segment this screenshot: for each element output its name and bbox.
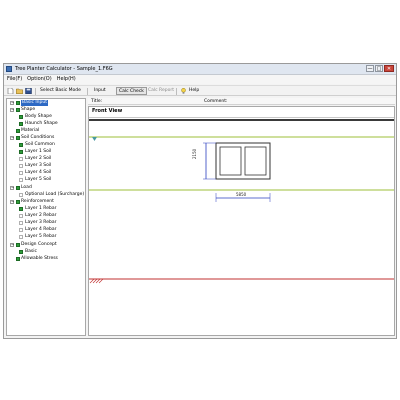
tree-node-label: Basic Input <box>21 100 48 106</box>
tree-node-label: Reinforcement <box>21 199 54 204</box>
tree-node-label: Layer 3 Rebar <box>25 220 57 225</box>
tree-node-label: Body Shape <box>25 114 52 119</box>
tree-node-label: Layer 3 Soil <box>25 163 52 168</box>
collapse-icon[interactable]: − <box>10 101 14 105</box>
tree-node-label: Shape <box>21 107 36 112</box>
menu-bar: File(F) Option(O) Help(H) <box>4 75 396 84</box>
tree-node-label: Load <box>21 185 32 190</box>
collapse-icon[interactable]: − <box>10 200 14 204</box>
app-icon <box>6 66 12 72</box>
collapse-icon[interactable]: − <box>10 243 14 247</box>
check-icon <box>16 200 20 204</box>
toolbar-separator <box>35 88 36 95</box>
tree-node-label: Basic <box>25 249 37 254</box>
culvert-box <box>215 142 271 180</box>
check-icon <box>19 250 23 254</box>
menu-option[interactable]: Option(O) <box>27 75 52 84</box>
help-button[interactable]: Help <box>187 87 201 95</box>
calc-check-button[interactable]: Calc Check <box>116 87 147 95</box>
tree-node-label: Allowable Stress <box>21 256 58 261</box>
toolbar-separator <box>87 88 88 95</box>
tree-node-label: Layer 5 Soil <box>25 177 52 182</box>
tree-node-label: Optional Load (Surcharge) <box>25 192 85 197</box>
toolbar: Select Basic Mode Input Calc Check Calc … <box>4 85 396 96</box>
unchecked-icon <box>19 157 23 161</box>
tree-node-label: Soil Common <box>25 142 55 147</box>
tree-node-label: Haunch Shape <box>25 121 58 126</box>
tree-node-label: Soil Conditions <box>21 135 55 140</box>
help-bulb-icon[interactable] <box>180 88 187 94</box>
mode-select-button[interactable]: Select Basic Mode <box>38 87 83 95</box>
unchecked-icon <box>19 164 23 168</box>
check-icon <box>16 136 20 140</box>
collapse-icon[interactable]: − <box>10 108 14 112</box>
tree-node-label: Design Concept <box>21 242 57 247</box>
menu-help[interactable]: Help(H) <box>57 75 76 84</box>
title-bar[interactable]: Tree Planter Calculator - Sample_1.F6G —… <box>4 64 396 75</box>
check-icon <box>16 108 20 112</box>
width-dimension-label: 5850 <box>236 192 247 197</box>
level-marker-icon <box>92 137 97 141</box>
height-dimension <box>203 142 216 180</box>
check-icon <box>16 129 20 133</box>
check-icon <box>19 122 23 126</box>
app-window: Tree Planter Calculator - Sample_1.F6G —… <box>3 63 397 339</box>
collapse-icon[interactable]: − <box>10 136 14 140</box>
unchecked-icon <box>19 171 23 175</box>
toolbar-separator <box>176 88 177 95</box>
minimize-button[interactable]: — <box>366 65 374 72</box>
tree-node-label: Layer 2 Rebar <box>25 213 57 218</box>
window-controls: — □ ✕ <box>366 65 394 73</box>
maximize-button[interactable]: □ <box>375 65 383 72</box>
window-title: Tree Planter Calculator - Sample_1.F6G <box>15 66 113 72</box>
check-icon <box>16 186 20 190</box>
drawing-canvas[interactable]: Front View 2150 5850 <box>88 106 395 336</box>
unchecked-icon <box>19 193 23 197</box>
tree-node-label: Layer 5 Rebar <box>25 234 57 239</box>
tree-node-label: Layer 1 Rebar <box>25 206 57 211</box>
tree-node-label: Layer 4 Rebar <box>25 227 57 232</box>
menu-file[interactable]: File(F) <box>7 75 22 84</box>
unchecked-icon <box>19 178 23 182</box>
tree-node-label: Layer 1 Soil <box>25 149 52 154</box>
title-label: Title: <box>91 99 103 104</box>
ground-hatch-icon <box>89 278 104 284</box>
check-icon <box>19 150 23 154</box>
tree-node-label: Layer 4 Soil <box>25 170 52 175</box>
collapse-icon[interactable]: − <box>10 186 14 190</box>
tree-node-label: Material <box>21 128 40 133</box>
unchecked-icon <box>19 221 23 225</box>
open-folder-icon[interactable] <box>16 88 23 94</box>
check-icon <box>16 257 20 261</box>
check-icon <box>16 101 20 105</box>
new-file-icon[interactable] <box>7 88 14 94</box>
unchecked-icon <box>19 235 23 239</box>
input-tree: − Basic Input − Shape Body Shape Haunch … <box>6 98 86 336</box>
check-icon <box>19 115 23 119</box>
calc-report-button[interactable]: Calc Report <box>146 87 176 95</box>
tree-node-label: Layer 2 Soil <box>25 156 52 161</box>
unchecked-icon <box>19 228 23 232</box>
save-icon[interactable] <box>25 88 32 94</box>
check-icon <box>16 243 20 247</box>
close-button[interactable]: ✕ <box>384 65 394 72</box>
comment-label: Comment: <box>204 99 228 104</box>
input-button[interactable]: Input <box>92 87 108 95</box>
info-bar: Title: Comment: <box>88 98 395 105</box>
unchecked-icon <box>19 214 23 218</box>
height-dimension-label: 2150 <box>192 148 197 159</box>
check-icon <box>19 207 23 211</box>
check-icon <box>19 143 23 147</box>
section-drawing <box>89 136 394 284</box>
